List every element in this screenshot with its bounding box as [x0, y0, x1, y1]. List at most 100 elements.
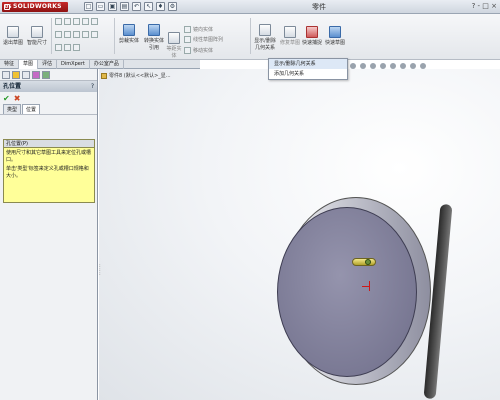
plane-icon[interactable]	[64, 44, 71, 51]
rapid-sketch-button[interactable]: 快速草图	[325, 26, 345, 46]
slot-icon[interactable]	[64, 31, 71, 38]
message-line: 使用尺寸和其它草图工具来定位孔或槽口。	[6, 150, 92, 163]
quick-access-toolbar: □ ▭ ▣ ▤ ↶ ↖ ♦ ⚙	[84, 2, 177, 12]
save-icon[interactable]: ▣	[108, 2, 117, 11]
sketch-entity-tools-2[interactable]	[55, 31, 100, 38]
origin-marker	[362, 286, 369, 287]
sketch-entity-tools[interactable]	[55, 18, 100, 25]
print-icon[interactable]: ▤	[120, 2, 129, 11]
hide-show-icon[interactable]	[400, 63, 406, 69]
options-icon[interactable]: ⚙	[168, 2, 177, 11]
feature-tree-icon[interactable]	[2, 71, 10, 79]
command-manager: 退出草图 智能尺寸 剪裁实体 转换实体引用 等距实体 镜向实体 线性草图阵列 移…	[0, 14, 500, 60]
message-box: 孔位置(P) 使用尺寸和其它草图工具来定位孔或槽口。 单击'类型'标签来定义孔或…	[3, 139, 95, 203]
tab-dimxpert[interactable]: DimXpert	[57, 60, 90, 69]
select-icon[interactable]: ↖	[144, 2, 153, 11]
ribbon-divider	[114, 18, 115, 54]
hole-center-point[interactable]	[365, 259, 371, 265]
hole-slot[interactable]	[352, 258, 376, 266]
ellipse-icon[interactable]	[73, 31, 80, 38]
exit-sketch-button[interactable]: 退出草图	[3, 26, 23, 46]
graphics-area[interactable]: 零件8 (默认<<默认>_显... :::	[99, 69, 500, 400]
tab-sketch[interactable]: 草图	[19, 60, 39, 69]
new-file-icon[interactable]: □	[84, 2, 93, 11]
menu-item-display-delete-relations[interactable]: 显示/删除几何关系	[269, 59, 347, 69]
ribbon-divider	[51, 18, 52, 54]
trim-button[interactable]: 剪裁实体	[118, 24, 140, 44]
menu-item-add-relation[interactable]: 添加几何关系	[269, 69, 347, 79]
appearance-icon[interactable]	[410, 63, 416, 69]
message-body: 使用尺寸和其它草图工具来定位孔或槽口。 单击'类型'标签来定义孔或槽口规格和大小…	[4, 148, 94, 202]
manager-tabs	[0, 69, 97, 81]
property-manager-icon[interactable]	[12, 71, 20, 79]
tab-features[interactable]: 特征	[0, 60, 20, 69]
arc-icon[interactable]	[82, 18, 89, 25]
feature-tree-flyout[interactable]: 零件8 (默认<<默认>_显...	[101, 72, 171, 79]
rebuild-icon[interactable]: ♦	[156, 2, 165, 11]
display-manager-icon[interactable]	[42, 71, 50, 79]
title-bar: DS SOLIDWORKS □ ▭ ▣ ▤ ↶ ↖ ♦ ⚙ 零件 ? - □ ×	[0, 0, 500, 14]
tab-position[interactable]: 位置	[22, 104, 41, 114]
relations-button[interactable]: 显示/删除几何关系	[252, 24, 278, 51]
cancel-button[interactable]: ✖	[14, 94, 21, 103]
logo-text: SOLIDWORKS	[13, 3, 62, 10]
linear-pattern-icon	[184, 36, 191, 43]
display-style-icon[interactable]	[390, 63, 396, 69]
message-title[interactable]: 孔位置(P)	[4, 140, 94, 148]
dimxpert-icon[interactable]	[32, 71, 40, 79]
trim-icon	[123, 24, 135, 36]
mirror-entities-item[interactable]: 镜向实体	[184, 26, 213, 33]
part-icon	[101, 72, 107, 79]
solidworks-logo[interactable]: DS SOLIDWORKS	[2, 2, 68, 12]
mirror-icon	[184, 26, 191, 33]
scene-icon[interactable]	[420, 63, 426, 69]
configuration-icon[interactable]	[22, 71, 30, 79]
undo-icon[interactable]: ↶	[132, 2, 141, 11]
disk-face[interactable]	[277, 207, 417, 377]
tab-office-products[interactable]: 办公室产品	[90, 60, 124, 69]
tab-type[interactable]: 类型	[3, 104, 22, 114]
command-manager-tabs: 特征 草图 评估 DimXpert 办公室产品	[0, 60, 200, 69]
linear-pattern-item[interactable]: 线性草图阵列	[184, 36, 223, 43]
polygon-icon[interactable]	[55, 31, 62, 38]
help-icon[interactable]: ?	[91, 81, 94, 92]
quick-snap-button[interactable]: 快速捕捉	[302, 26, 322, 46]
zoom-area-icon[interactable]	[360, 63, 366, 69]
offset-button[interactable]: 等距实体	[166, 32, 182, 59]
window-title: 零件	[312, 3, 326, 11]
ds-logo-icon: DS	[4, 4, 12, 10]
rectangle-icon[interactable]	[64, 18, 71, 25]
panel-title: 孔位置	[3, 83, 22, 90]
repair-sketch-button[interactable]: 修复草图	[280, 26, 300, 46]
line-icon[interactable]	[55, 18, 62, 25]
heads-up-view-toolbar	[350, 63, 426, 71]
ok-button[interactable]: ✔	[3, 94, 10, 103]
smart-dimension-icon	[31, 26, 43, 38]
fillet-icon[interactable]	[82, 31, 89, 38]
ribbon-divider	[250, 18, 251, 54]
tab-evaluate[interactable]: 评估	[38, 60, 58, 69]
confirm-row: ✔ ✖	[0, 92, 97, 104]
panel-header: 孔位置 ?	[0, 81, 97, 92]
origin-marker	[369, 281, 370, 291]
point-icon[interactable]	[91, 31, 98, 38]
view-orientation-icon[interactable]	[380, 63, 386, 69]
smart-dimension-button[interactable]: 智能尺寸	[26, 26, 48, 46]
move-icon	[184, 47, 191, 54]
text-icon[interactable]	[55, 44, 62, 51]
sketch-entity-tools-3[interactable]	[55, 44, 82, 51]
exit-sketch-icon	[7, 26, 19, 38]
property-manager: 孔位置 ? ✔ ✖ 类型 位置 孔位置(P) 使用尺寸和其它草图工具来定位孔或槽…	[0, 69, 98, 400]
relations-icon	[259, 24, 271, 36]
zoom-fit-icon[interactable]	[350, 63, 356, 69]
open-file-icon[interactable]: ▭	[96, 2, 105, 11]
centerline-icon[interactable]	[73, 44, 80, 51]
relations-dropdown: 显示/删除几何关系 添加几何关系	[268, 58, 348, 80]
window-controls[interactable]: ? - □ ×	[472, 2, 497, 10]
section-view-icon[interactable]	[370, 63, 376, 69]
spline-icon[interactable]	[91, 18, 98, 25]
convert-entities-button[interactable]: 转换实体引用	[142, 24, 166, 51]
circle-icon[interactable]	[73, 18, 80, 25]
move-entities-item[interactable]: 移动实体	[184, 47, 213, 54]
panel-resize-handle[interactable]: :::	[99, 264, 101, 277]
